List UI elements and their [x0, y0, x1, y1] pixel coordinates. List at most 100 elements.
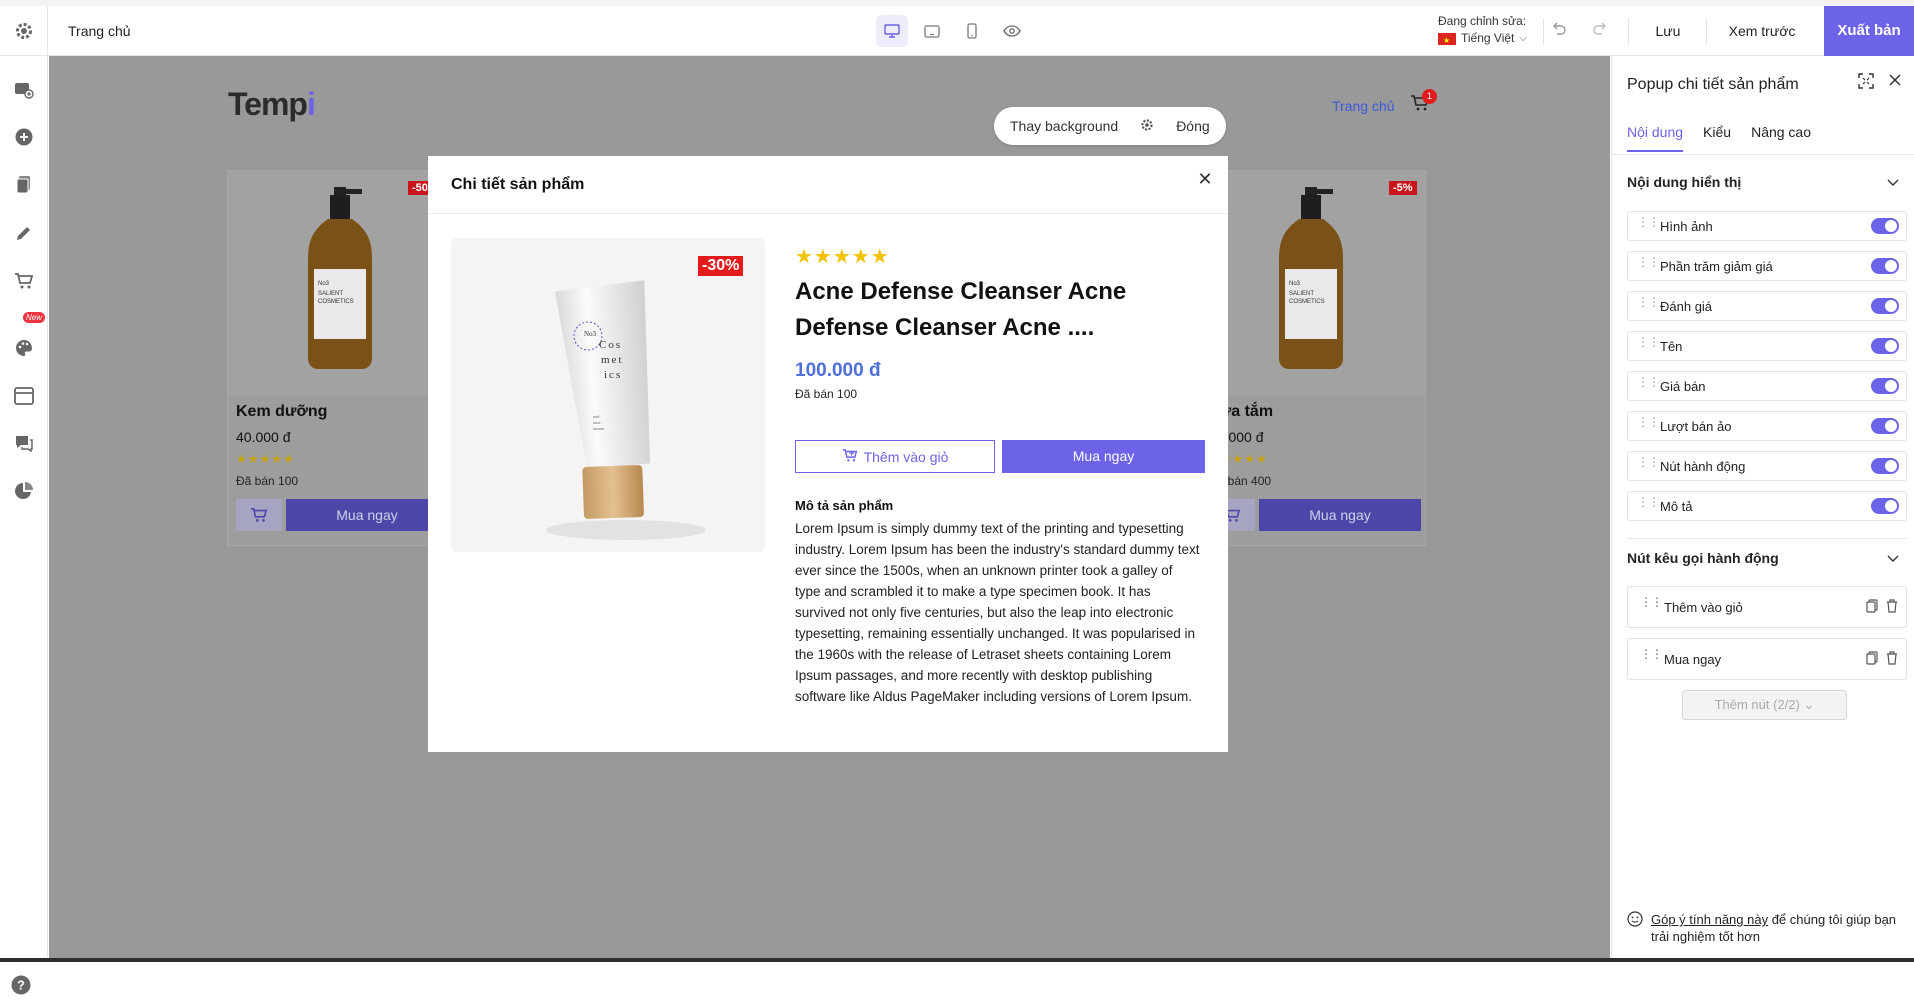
chat-icon[interactable] — [10, 429, 38, 457]
preview-eye-icon[interactable] — [996, 15, 1028, 47]
toggle-switch[interactable] — [1871, 418, 1899, 434]
undo-icon[interactable] — [1550, 19, 1568, 42]
section-cta-header[interactable]: Nút kêu gọi hành động — [1627, 550, 1907, 566]
desktop-view-icon[interactable] — [876, 15, 908, 47]
tube-image: No3 Cos met ics soft face cream — [546, 280, 706, 540]
toolbar-divider — [1628, 18, 1629, 44]
description-title: Mô tả sản phẩm — [795, 498, 894, 513]
drag-handle-icon[interactable]: ⋮⋮ — [1637, 496, 1660, 508]
analytics-pie-icon[interactable] — [10, 477, 38, 505]
store-cart-icon[interactable] — [10, 267, 38, 295]
language-selector[interactable]: Đang chỉnh sửa: Tiếng Việt ⌵ — [1438, 13, 1527, 49]
product-image: No3 SALIENT COSMETICS — [228, 171, 450, 396]
product-description: Lorem Ipsum is simply dummy text of the … — [795, 521, 1200, 704]
tablet-view-icon[interactable] — [916, 15, 948, 47]
add-element-icon[interactable] — [10, 123, 38, 151]
product-detail-popup[interactable]: Chi tiết sản phẩm ✕ No3 Cos met ics soft… — [428, 156, 1228, 752]
nav-home-link[interactable]: Trang chủ — [1332, 98, 1395, 114]
product-price: 40.000 đ — [236, 429, 291, 445]
toggle-switch[interactable] — [1871, 378, 1899, 394]
svg-text:SALIENT: SALIENT — [318, 291, 343, 297]
display-item-name[interactable]: ⋮⋮ Tên — [1627, 331, 1907, 361]
svg-text:?: ? — [17, 978, 25, 993]
new-badge: New — [23, 312, 46, 323]
drag-handle-icon[interactable]: ⋮⋮ — [1637, 216, 1660, 228]
display-item-price[interactable]: ⋮⋮ Giá bán — [1627, 371, 1907, 401]
duplicate-icon[interactable] — [1866, 651, 1878, 670]
preview-button[interactable]: Xem trước — [1712, 6, 1812, 56]
top-toolbar: Trang chủ Đang chỉnh sửa: Tiếng Việt ⌵ L… — [0, 0, 1914, 56]
toggle-switch[interactable] — [1871, 498, 1899, 514]
buy-now-button[interactable]: Mua ngay — [1002, 440, 1205, 473]
save-button[interactable]: Lưu — [1638, 6, 1698, 56]
toggle-switch[interactable] — [1871, 458, 1899, 474]
cart-icon — [842, 448, 858, 466]
settings-gear-icon[interactable] — [0, 6, 48, 56]
pages-icon[interactable] — [10, 171, 38, 199]
add-to-cart-label: Thêm vào giỏ — [863, 448, 949, 465]
redo-icon[interactable] — [1591, 19, 1609, 42]
product-card[interactable]: No3 SALIENT COSMETICS -50% Kem dưỡng 40.… — [227, 170, 451, 546]
drag-handle-icon[interactable]: ⋮⋮ — [1640, 648, 1663, 660]
current-page-name[interactable]: Trang chủ — [68, 6, 131, 56]
help-question-icon[interactable]: ? — [10, 974, 32, 1001]
drag-handle-icon[interactable]: ⋮⋮ — [1637, 256, 1660, 268]
smiley-icon — [1627, 911, 1643, 945]
tab-advanced[interactable]: Nâng cao — [1751, 124, 1811, 152]
expand-icon[interactable] — [1858, 73, 1874, 94]
svg-text:face: face — [593, 420, 601, 425]
mobile-view-icon[interactable] — [956, 15, 988, 47]
publish-button[interactable]: Xuất bản — [1824, 6, 1914, 56]
section-display-header[interactable]: Nội dung hiển thị — [1627, 174, 1907, 190]
drag-handle-icon[interactable]: ⋮⋮ — [1640, 596, 1663, 608]
drag-handle-icon[interactable]: ⋮⋮ — [1637, 336, 1660, 348]
close-icon[interactable]: ✕ — [1194, 168, 1216, 190]
cta-item-buy-now[interactable]: ⋮⋮ Mua ngay — [1627, 638, 1907, 680]
feedback-note: Góp ý tính năng này để chúng tôi giúp bạ… — [1627, 911, 1907, 945]
display-item-sold[interactable]: ⋮⋮ Lượt bán ảo — [1627, 411, 1907, 441]
add-button-disabled[interactable]: Thêm nút (2/2) ⌄ — [1682, 690, 1847, 720]
buy-now-button[interactable]: Mua ngay — [286, 499, 448, 531]
drag-handle-icon[interactable]: ⋮⋮ — [1637, 376, 1660, 388]
toolbar-divider — [1706, 18, 1707, 44]
close-popup-button[interactable]: Đóng — [1176, 118, 1209, 134]
toggle-switch[interactable] — [1871, 298, 1899, 314]
delete-trash-icon[interactable] — [1886, 599, 1898, 618]
svg-text:cream: cream — [593, 426, 605, 431]
tab-style[interactable]: Kiểu — [1703, 124, 1731, 152]
display-item-discount[interactable]: ⋮⋮ Phần trăm giảm giá — [1627, 251, 1907, 281]
display-item-rating[interactable]: ⋮⋮ Đánh giá — [1627, 291, 1907, 321]
close-icon[interactable] — [1888, 73, 1902, 94]
vietnam-flag-icon — [1438, 32, 1456, 49]
duplicate-icon[interactable] — [1866, 599, 1878, 618]
popup-layout-icon[interactable] — [10, 382, 38, 410]
buy-now-button[interactable]: Mua ngay — [1259, 499, 1421, 531]
feedback-link[interactable]: Góp ý tính năng này — [1651, 912, 1768, 927]
site-logo[interactable]: Tempi — [228, 86, 316, 123]
toggle-switch[interactable] — [1871, 218, 1899, 234]
toolbar-divider — [1543, 18, 1544, 44]
change-background-button[interactable]: Thay background — [1010, 118, 1118, 134]
edit-pencil-icon[interactable] — [10, 219, 38, 247]
add-to-cart-icon[interactable] — [236, 499, 282, 531]
tabs-divider — [1612, 154, 1914, 155]
tab-content[interactable]: Nội dung — [1627, 124, 1684, 152]
drag-handle-icon[interactable]: ⋮⋮ — [1637, 456, 1660, 468]
cta-item-add-to-cart[interactable]: ⋮⋮ Thêm vào giỏ — [1627, 586, 1907, 628]
background-settings-gear-icon[interactable] — [1140, 118, 1154, 135]
add-to-cart-button[interactable]: Thêm vào giỏ — [795, 440, 995, 473]
display-item-action-button[interactable]: ⋮⋮ Nút hành động — [1627, 451, 1907, 481]
toggle-switch[interactable] — [1871, 258, 1899, 274]
add-section-icon[interactable] — [10, 76, 38, 104]
svg-text:No3: No3 — [318, 281, 330, 287]
delete-trash-icon[interactable] — [1886, 651, 1898, 670]
drag-handle-icon[interactable]: ⋮⋮ — [1637, 296, 1660, 308]
display-item-image[interactable]: ⋮⋮ Hình ảnh — [1627, 211, 1907, 241]
drag-handle-icon[interactable]: ⋮⋮ — [1637, 416, 1660, 428]
theme-palette-icon[interactable] — [10, 334, 38, 362]
bottle-image: No3 SALIENT COSMETICS — [308, 187, 372, 369]
cart-count-badge: 1 — [1422, 89, 1437, 104]
display-item-description[interactable]: ⋮⋮ Mô tả — [1627, 491, 1907, 521]
product-card[interactable]: No3 SALIENT COSMETICS -5% Sữa tắm 50.000… — [1200, 170, 1426, 546]
toggle-switch[interactable] — [1871, 338, 1899, 354]
